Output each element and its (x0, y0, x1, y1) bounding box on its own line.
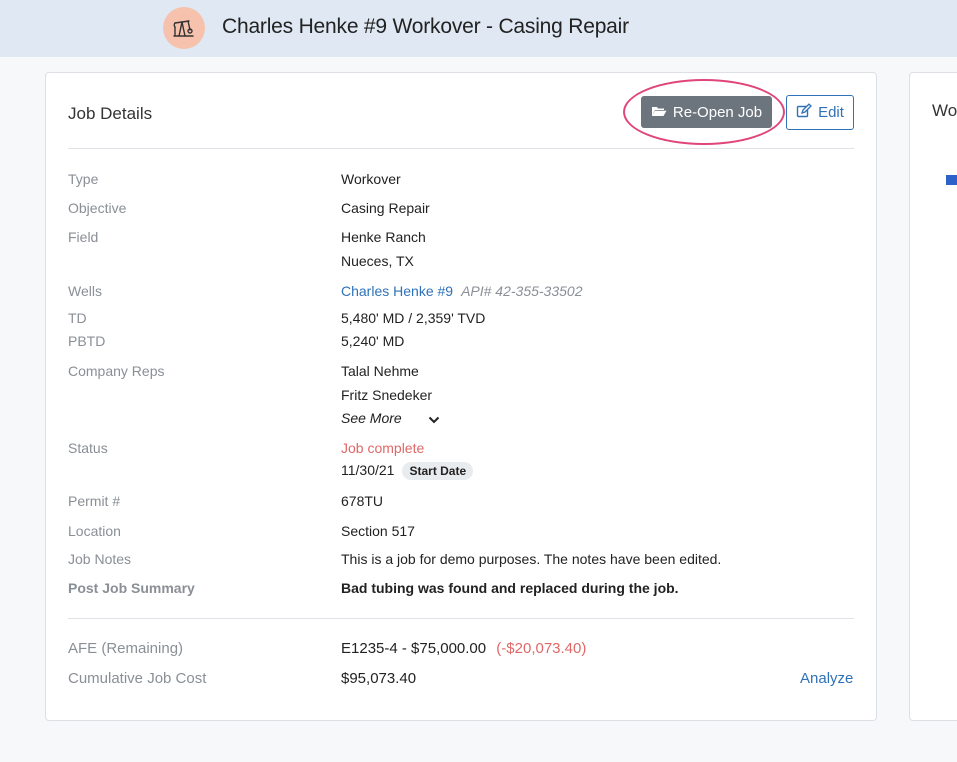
job-notes-value: This is a job for demo purposes. The not… (341, 551, 722, 567)
location-value: Section 517 (341, 523, 415, 539)
status-date-row: 11/30/21 Start Date (341, 462, 474, 480)
summary-divider (68, 618, 854, 619)
start-date-badge: Start Date (402, 462, 474, 480)
afe-label: AFE (Remaining) (68, 640, 184, 657)
pumpjack-icon (163, 7, 205, 49)
edit-label: Edit (818, 104, 844, 121)
company-rep-item: Fritz Snedeker (341, 387, 433, 403)
company-reps-label: Company Reps (68, 363, 165, 379)
post-job-summary-value: Bad tubing was found and replaced during… (341, 580, 679, 596)
start-date-value: 11/30/21 (341, 462, 395, 478)
wells-value: Charles Henke #9 API# 42-355-33502 (341, 283, 583, 299)
pbtd-label: PBTD (68, 333, 106, 349)
header-divider (68, 148, 854, 149)
well-api: API# 42-355-33502 (461, 283, 583, 299)
type-label: Type (68, 171, 99, 187)
wells-label: Wells (68, 283, 102, 299)
td-value: 5,480' MD / 2,359' TVD (341, 310, 486, 326)
field-location-value: Nueces, TX (341, 253, 414, 269)
post-job-summary-label: Post Job Summary (68, 580, 195, 596)
reopen-job-button[interactable]: Re-Open Job (641, 96, 772, 128)
cumulative-cost-value: $95,073.40 (341, 670, 417, 687)
objective-label: Objective (68, 200, 127, 216)
page-header: Charles Henke #9 Workover - Casing Repai… (0, 0, 957, 57)
folder-open-icon (651, 104, 667, 121)
type-value: Workover (341, 171, 401, 187)
afe-value: E1235-4 - $75,000.00 (341, 640, 487, 657)
right-panel-marker (946, 175, 957, 185)
right-panel-title: Wo (932, 101, 957, 120)
permit-value: 678TU (341, 493, 384, 509)
location-label: Location (68, 523, 121, 539)
chevron-down-icon (428, 411, 440, 427)
right-panel-card: Wo (909, 72, 957, 721)
job-notes-label: Job Notes (68, 551, 132, 567)
permit-label: Permit # (68, 493, 121, 509)
job-details-title: Job Details (68, 104, 153, 123)
objective-value: Casing Repair (341, 200, 430, 216)
cumulative-cost-label: Cumulative Job Cost (68, 670, 207, 687)
analyze-link[interactable]: Analyze (800, 670, 853, 687)
reopen-job-label: Re-Open Job (672, 103, 763, 121)
status-label: Status (68, 440, 108, 456)
status-value: Job complete (341, 440, 425, 456)
edit-button[interactable]: Edit (786, 95, 854, 130)
edit-icon (796, 102, 813, 123)
job-details-card: Job Details Re-Open Job Edit Type Workov… (45, 72, 877, 721)
field-label: Field (68, 229, 99, 245)
page-title: Charles Henke #9 Workover - Casing Repai… (222, 15, 629, 38)
company-rep-item: Talal Nehme (341, 363, 419, 379)
afe-remaining: (-$20,073.40) (496, 640, 587, 657)
see-more-toggle[interactable]: See More (341, 410, 440, 427)
td-label: TD (68, 310, 87, 326)
see-more-label: See More (341, 410, 402, 426)
well-link[interactable]: Charles Henke #9 (341, 283, 453, 299)
field-value: Henke Ranch (341, 229, 426, 245)
pbtd-value: 5,240' MD (341, 333, 405, 349)
afe-value-row: E1235-4 - $75,000.00 (-$20,073.40) (341, 640, 586, 657)
